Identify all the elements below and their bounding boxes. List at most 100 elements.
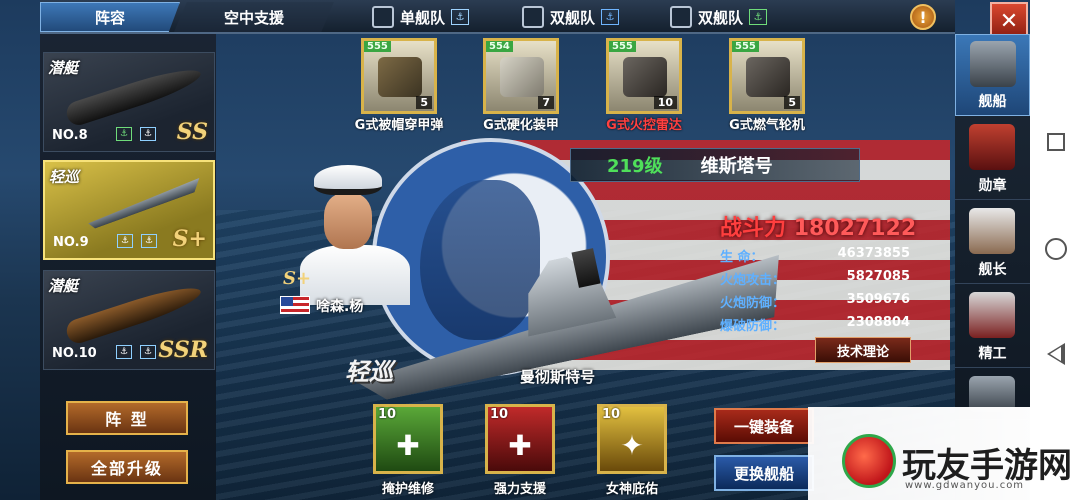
ship-model-name: 曼彻斯特号 <box>520 368 596 386</box>
stat-value: 2308804 <box>846 315 910 330</box>
warning-icon[interactable]: ! <box>910 4 936 30</box>
ship-class-label: 潜艇 <box>48 277 79 295</box>
double-fleet-alt-icon: ⚓ <box>749 9 768 25</box>
equipment-slot-armor[interactable]: 554 7 <box>483 38 559 114</box>
stat-key: 生 命： <box>720 250 764 265</box>
armor-plate-icon <box>500 57 544 97</box>
close-icon: ✕ <box>999 8 1019 34</box>
equipment-count: 10 <box>653 96 677 109</box>
fleet-badge-icon: ⚓ <box>141 234 157 248</box>
watermark-url: www.gdwanyou.com <box>905 480 1025 491</box>
nav-label: 精工 <box>978 346 1007 362</box>
stat-value: 46373855 <box>837 246 910 261</box>
fleet-option-single[interactable]: 单舰队 ⚓ <box>372 4 470 30</box>
equipment-name: G式硬化装甲 <box>483 118 559 133</box>
skill-goddess-blessing[interactable]: 10 ✦ <box>597 404 667 474</box>
skill-cover-repair[interactable]: 10 ✚ <box>373 404 443 474</box>
single-fleet-icon: ⚓ <box>451 9 470 25</box>
back-icon[interactable] <box>1047 343 1065 365</box>
tech-theory-label: 技术理论 <box>836 344 889 360</box>
change-ship-label: 更换舰船 <box>733 464 794 483</box>
ship-number: NO.9 <box>53 235 89 250</box>
ship-card-no10[interactable]: 潜艇 NO.10 ⚓ ⚓ SSR <box>43 270 215 370</box>
equipment-level: 555 <box>732 41 759 52</box>
equipment-count: 5 <box>416 96 432 109</box>
equipment-count: 7 <box>538 96 554 109</box>
ship-card-no8[interactable]: 潜艇 NO.8 ⚓ ⚓ SS <box>43 52 215 152</box>
skill-level: 10 <box>602 407 621 422</box>
checkbox[interactable] <box>522 6 544 28</box>
nav-label: 舰长 <box>978 262 1007 278</box>
captain-icon <box>969 208 1015 254</box>
skill-level: 10 <box>378 407 397 422</box>
equipment-name: G式火控雷达 <box>606 118 682 133</box>
upgrade-all-button[interactable]: 全部升级 <box>66 450 188 484</box>
ship-number: NO.10 <box>52 346 97 361</box>
equipment-name: G式被帽穿甲弹 <box>354 118 444 133</box>
one-click-equip-label: 一键装备 <box>733 417 794 436</box>
one-click-equip-button[interactable]: 一键装备 <box>714 408 814 444</box>
equipment-slot-engine[interactable]: 555 5 <box>729 38 805 114</box>
stat-value: 3509676 <box>846 292 910 307</box>
warning-symbol: ! <box>919 7 927 27</box>
ship-rank: SS <box>176 119 208 145</box>
ship-icon <box>970 41 1016 87</box>
stat-value: 5827085 <box>846 269 910 284</box>
checkbox[interactable] <box>670 6 692 28</box>
ship-class-label: 轻巡 <box>49 168 80 186</box>
equipment-name: G式燃气轮机 <box>729 118 805 133</box>
ship-level: 219级 <box>607 156 663 177</box>
nav-medal[interactable]: 勋章 <box>955 118 1030 200</box>
equipment-level: 555 <box>609 41 636 52</box>
equipment-slot-ammo[interactable]: 555 5 <box>361 38 437 114</box>
nav-ship[interactable]: 舰船 <box>955 34 1030 116</box>
ship-class-label: 潜艇 <box>48 59 79 77</box>
skill-name: 掩护维修 <box>381 482 434 497</box>
nav-refine[interactable]: 精工 <box>955 286 1030 368</box>
recent-apps-icon[interactable] <box>1047 133 1065 151</box>
game-screen: 阵容 空中支援 单舰队 ⚓ 双舰队 ⚓ 双舰队 ⚓ ! ✕ 潜艇 NO.8 ⚓ … <box>0 0 1083 500</box>
repair-icon: ✚ <box>396 429 420 462</box>
skill-strong-support[interactable]: 10 ✚ <box>485 404 555 474</box>
checkbox[interactable] <box>372 6 394 28</box>
stat-key: 爆破防御： <box>720 319 786 334</box>
home-icon[interactable] <box>1045 238 1067 260</box>
ship-rank: S+ <box>172 226 207 252</box>
nav-label: 勋章 <box>978 178 1007 194</box>
ship-title: 维斯塔号 <box>700 156 773 177</box>
skill-level: 10 <box>490 407 509 422</box>
skill-name: 强力支援 <box>493 482 546 497</box>
fleet-option-double[interactable]: 双舰队 ⚓ <box>522 4 620 30</box>
tech-theory-button[interactable]: 技术理论 <box>815 337 911 363</box>
us-flag-icon <box>280 296 310 314</box>
nav-captain[interactable]: 舰长 <box>955 202 1030 284</box>
ship-class-badge: 轻巡 <box>345 358 393 386</box>
formation-label: 阵 型 <box>105 410 149 429</box>
tab-lineup[interactable]: 阵容 <box>40 2 180 32</box>
captain-rank: S+ <box>283 268 312 289</box>
stats-table: 生 命： 46373855 火炮攻击： 5827085 火炮防御： 3509676 爆… <box>720 246 910 338</box>
fleet-badge-icon: ⚓ <box>140 345 156 359</box>
captain-name: 啥森.杨 <box>316 299 364 315</box>
stat-row: 生 命： 46373855 <box>720 246 910 269</box>
refine-icon <box>969 292 1015 338</box>
tab-lineup-label: 阵容 <box>94 8 125 27</box>
fleet-option-label: 单舰队 <box>400 8 446 27</box>
equipment-slot-radar[interactable]: 555 10 <box>606 38 682 114</box>
combat-power-value: 18027122 <box>793 216 917 241</box>
face <box>324 193 372 249</box>
turbine-icon <box>746 57 790 97</box>
tab-air-support[interactable]: 空中支援 <box>174 2 334 32</box>
fleet-badge-icon: ⚓ <box>116 345 132 359</box>
fleet-option-double-alt[interactable]: 双舰队 ⚓ <box>670 4 768 30</box>
equipment-count: 5 <box>784 96 800 109</box>
nav-label: 舰船 <box>978 94 1007 110</box>
stat-row: 爆破防御： 2308804 <box>720 315 910 338</box>
cap <box>314 165 382 195</box>
combat-power-label: 战斗力 <box>720 216 787 241</box>
stat-key: 火炮攻击： <box>720 273 786 288</box>
formation-button[interactable]: 阵 型 <box>66 401 188 435</box>
change-ship-button[interactable]: 更换舰船 <box>714 455 814 491</box>
ship-card-no9[interactable]: 轻巡 NO.9 ⚓ ⚓ S+ <box>43 160 215 260</box>
captain-portrait[interactable] <box>300 165 412 305</box>
